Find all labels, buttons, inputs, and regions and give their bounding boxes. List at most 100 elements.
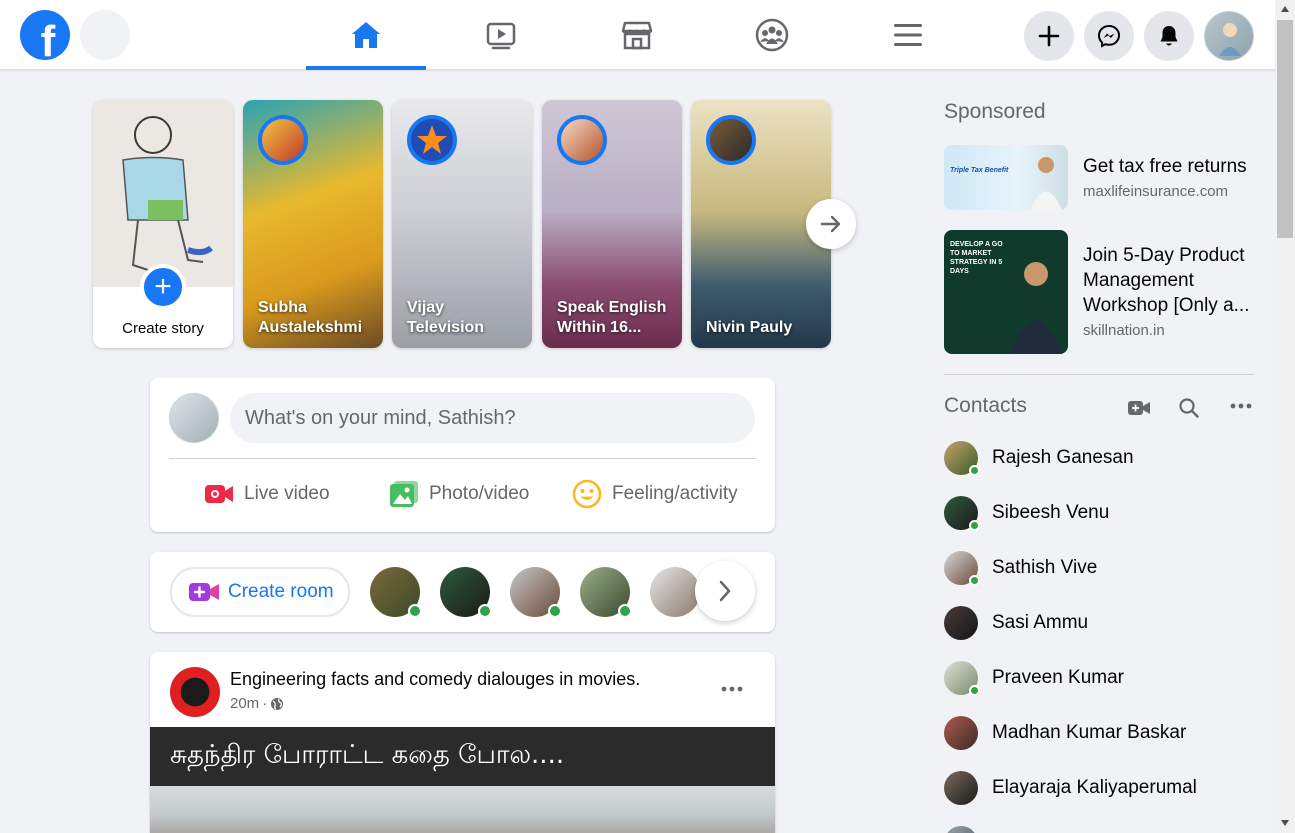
contact-name: Rajesh Ganesan	[992, 447, 1134, 468]
post-more-button[interactable]	[720, 677, 744, 701]
search-button[interactable]	[80, 10, 130, 60]
sponsored-ad[interactable]: Triple Tax Benefit Get tax free returns …	[944, 145, 1264, 210]
room-avatar[interactable]	[650, 567, 700, 617]
story-avatar	[407, 115, 457, 165]
contact-item[interactable]: Rajesh Ganesan	[944, 438, 1254, 478]
story-card[interactable]: Vijay Television	[392, 100, 532, 348]
ad-person-figure	[1030, 157, 1062, 210]
create-room-button[interactable]: Create room	[170, 567, 350, 617]
online-indicator	[969, 520, 980, 531]
groups-icon	[755, 18, 789, 52]
meta-separator: ·	[262, 695, 268, 712]
scrollbar-thumb[interactable]	[1277, 20, 1293, 238]
video-room-icon	[188, 581, 220, 603]
story-card[interactable]: Subha Austalekshmi	[243, 100, 383, 348]
page-avatar[interactable]	[170, 667, 220, 717]
room-avatar[interactable]	[580, 567, 632, 618]
post-time[interactable]: 20m	[230, 695, 259, 712]
stories-next-button[interactable]	[806, 199, 856, 249]
plus-icon	[1038, 25, 1060, 47]
room-avatar[interactable]	[510, 567, 562, 618]
tab-watch[interactable]	[441, 0, 561, 70]
messenger-icon	[1097, 24, 1121, 48]
feed-post: Engineering facts and comedy dialouges i…	[150, 652, 775, 833]
photo-video-label: Photo/video	[429, 483, 530, 504]
messenger-button[interactable]	[1084, 11, 1134, 61]
avatar[interactable]	[169, 393, 219, 443]
rooms-bar: Create room	[150, 552, 775, 632]
room-avatar[interactable]	[370, 567, 422, 618]
contact-item[interactable]: Sathish Vive	[944, 548, 1254, 588]
contact-name: Sasi Ammu	[992, 612, 1089, 633]
online-indicator	[969, 465, 980, 476]
contact-avatar	[944, 661, 980, 696]
story-name: Nivin Pauly	[706, 319, 793, 336]
sponsored-ad[interactable]: DEVELOP A GO TO MARKET STRATEGY IN 5 DAY…	[944, 230, 1264, 354]
contact-item[interactable]: Sibeesh Venu	[944, 493, 1254, 533]
store-icon	[621, 21, 653, 50]
ad-domain: maxlifeinsurance.com	[1083, 183, 1229, 200]
contact-item[interactable]: Praveen Kumar	[944, 658, 1254, 698]
post-banner-text: சுதந்திர போராட்ட கதை போல....	[150, 727, 775, 786]
top-navigation-bar: f	[0, 0, 1275, 70]
tab-home[interactable]	[306, 0, 426, 70]
contact-name: Sibeesh Venu	[992, 502, 1110, 523]
ad-image-text: DEVELOP A GO TO MARKET STRATEGY IN 5 DAY…	[950, 241, 1003, 275]
live-video-button[interactable]: Live video	[204, 474, 330, 514]
search-icon	[1179, 398, 1199, 418]
tab-marketplace[interactable]	[577, 0, 697, 70]
photo-icon	[389, 480, 419, 508]
story-card[interactable]: Speak English Within 16...	[542, 100, 682, 348]
triangle-down-icon	[1281, 820, 1289, 826]
star-logo-icon	[417, 125, 447, 154]
add-story-icon[interactable]: +	[140, 264, 186, 310]
rooms-next-button[interactable]	[695, 561, 755, 621]
online-indicator	[478, 604, 492, 618]
post-page-name[interactable]: Engineering facts and comedy dialouges i…	[230, 669, 640, 690]
online-indicator	[969, 685, 980, 696]
scroll-down-button[interactable]	[1278, 816, 1292, 830]
new-room-button[interactable]	[1126, 396, 1152, 420]
contact-item[interactable]: Madhan Kumar Baskar	[944, 713, 1254, 753]
online-indicator	[969, 575, 980, 586]
divider	[169, 458, 756, 459]
contact-avatar	[944, 441, 980, 476]
contact-item[interactable]: Sasi Ammu	[944, 603, 1254, 643]
ad-image: DEVELOP A GO TO MARKET STRATEGY IN 5 DAY…	[944, 230, 1068, 354]
contact-avatar	[944, 716, 978, 750]
ad-person-figure	[1010, 262, 1062, 354]
story-avatar	[706, 115, 756, 165]
smiley-icon	[572, 479, 602, 509]
contacts-title: Contacts	[944, 394, 1027, 417]
create-button[interactable]	[1024, 11, 1074, 61]
video-play-icon	[486, 22, 516, 50]
story-avatar	[258, 115, 308, 165]
contact-avatar	[944, 496, 980, 531]
contact-item[interactable]: Elayaraja Kaliyaperumal	[944, 768, 1254, 808]
feeling-activity-button[interactable]: Feeling/activity	[572, 474, 738, 514]
photo-video-button[interactable]: Photo/video	[389, 474, 529, 514]
tab-menu[interactable]	[848, 0, 968, 70]
contact-item[interactable]	[944, 823, 1254, 833]
notifications-button[interactable]	[1144, 11, 1194, 61]
whats-on-your-mind-input[interactable]: What's on your mind, Sathish?	[230, 393, 755, 443]
online-indicator	[408, 604, 422, 618]
create-story-card[interactable]: + Create story	[93, 100, 233, 348]
contacts-options-button[interactable]	[1229, 396, 1253, 416]
profile-avatar[interactable]	[1204, 11, 1254, 61]
contact-name: Madhan Kumar Baskar	[992, 722, 1187, 743]
facebook-logo[interactable]: f	[20, 10, 70, 60]
post-meta: 20m ·	[230, 695, 284, 712]
arrow-right-icon	[820, 215, 841, 233]
contact-avatar	[944, 606, 978, 640]
scroll-up-button[interactable]	[1278, 2, 1292, 16]
story-name: Speak English Within 16...	[557, 299, 667, 336]
globe-icon	[271, 697, 284, 710]
more-dots-icon	[721, 686, 743, 692]
post-image[interactable]	[150, 786, 775, 833]
online-indicator	[618, 604, 632, 618]
live-video-label: Live video	[244, 483, 330, 504]
search-contacts-button[interactable]	[1177, 396, 1201, 420]
room-avatar[interactable]	[440, 567, 492, 618]
tab-groups[interactable]	[712, 0, 832, 70]
